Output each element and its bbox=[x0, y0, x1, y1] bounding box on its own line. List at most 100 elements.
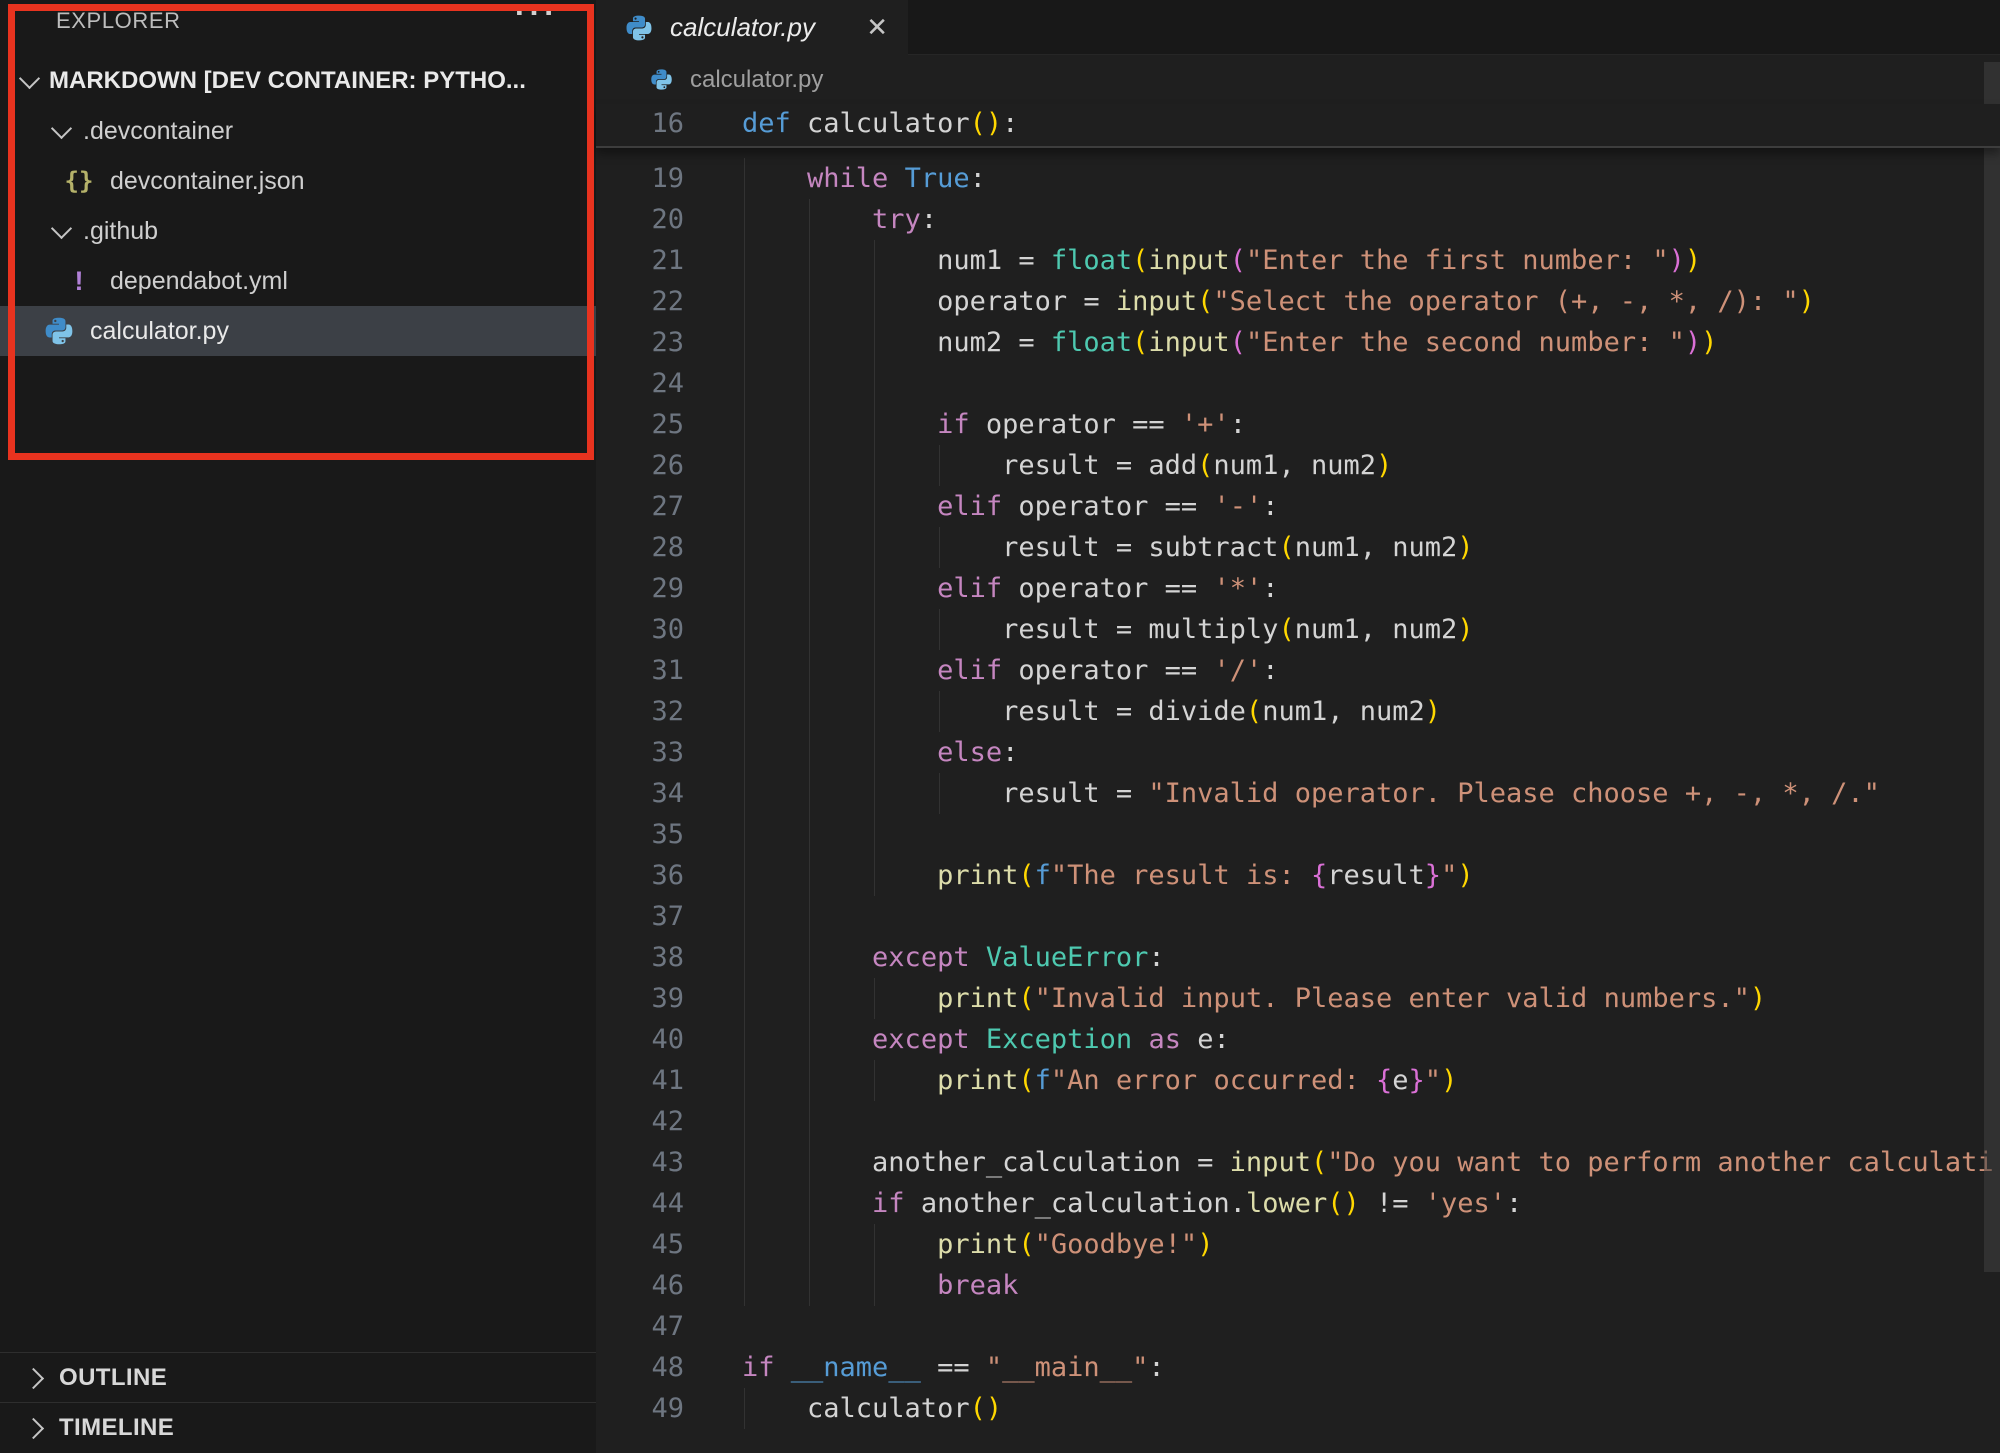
code-line-32[interactable]: 32 result = divide(num1, num2) bbox=[596, 691, 2000, 732]
code-line-46[interactable]: 46 break bbox=[596, 1265, 2000, 1306]
code-line-41[interactable]: 41 print(f"An error occurred: {e}") bbox=[596, 1060, 2000, 1101]
code-text[interactable]: num1 = float(input("Enter the first numb… bbox=[742, 240, 1701, 281]
indent-guide bbox=[874, 1265, 875, 1306]
code-line-40[interactable]: 40 except Exception as e: bbox=[596, 1019, 2000, 1060]
code-line-39[interactable]: 39 print("Invalid input. Please enter va… bbox=[596, 978, 2000, 1019]
indent-guide bbox=[744, 1265, 745, 1306]
code-line-43[interactable]: 43 another_calculation = input("Do you w… bbox=[596, 1142, 2000, 1183]
workspace-section-header[interactable]: MARKDOWN [DEV CONTAINER: PYTHO... bbox=[0, 58, 596, 104]
code-line-27[interactable]: 27 elif operator == '-': bbox=[596, 486, 2000, 527]
indent-guide bbox=[939, 445, 940, 486]
code-line-22[interactable]: 22 operator = input("Select the operator… bbox=[596, 281, 2000, 322]
sidebar-panel-timeline[interactable]: TIMELINE bbox=[0, 1402, 596, 1453]
line-number: 44 bbox=[596, 1183, 684, 1224]
line-number: 34 bbox=[596, 773, 684, 814]
code-text[interactable]: while True: bbox=[742, 158, 986, 199]
code-line-20[interactable]: 20 try: bbox=[596, 199, 2000, 240]
code-text[interactable]: print("Invalid input. Please enter valid… bbox=[742, 978, 1766, 1019]
code-line-21[interactable]: 21 num1 = float(input("Enter the first n… bbox=[596, 240, 2000, 281]
code-line-47[interactable]: 47 bbox=[596, 1306, 2000, 1347]
code-line-29[interactable]: 29 elif operator == '*': bbox=[596, 568, 2000, 609]
indent-guide bbox=[874, 240, 875, 281]
python-icon bbox=[622, 14, 656, 42]
code-text[interactable]: if __name__ == "__main__": bbox=[742, 1347, 1165, 1388]
code-text[interactable]: def calculator(): bbox=[742, 104, 1018, 145]
code-line-36[interactable]: 36 print(f"The result is: {result}") bbox=[596, 855, 2000, 896]
indent-guide bbox=[809, 978, 810, 1019]
code-text[interactable]: break bbox=[742, 1265, 1018, 1306]
code-line-16[interactable]: 16 def calculator(): bbox=[596, 104, 2000, 144]
line-number: 16 bbox=[596, 104, 684, 144]
sidebar-panel-outline[interactable]: OUTLINE bbox=[0, 1352, 596, 1403]
line-number: 39 bbox=[596, 978, 684, 1019]
line-number: 45 bbox=[596, 1224, 684, 1265]
tree-item-.github[interactable]: .github bbox=[0, 206, 596, 256]
line-number: 38 bbox=[596, 937, 684, 978]
code-line-50[interactable]: 50 bbox=[596, 1429, 2000, 1438]
tree-item-label: calculator.py bbox=[90, 317, 229, 346]
code-line-35[interactable]: 35 bbox=[596, 814, 2000, 855]
code-line-24[interactable]: 24 bbox=[596, 363, 2000, 404]
code-text[interactable]: result = subtract(num1, num2) bbox=[742, 527, 1474, 568]
indent-guide bbox=[744, 240, 745, 281]
code-text[interactable]: if another_calculation.lower() != 'yes': bbox=[742, 1183, 1522, 1224]
code-line-23[interactable]: 23 num2 = float(input("Enter the second … bbox=[596, 322, 2000, 363]
code-line-49[interactable]: 49 calculator() bbox=[596, 1388, 2000, 1429]
code-text[interactable]: elif operator == '*': bbox=[742, 568, 1278, 609]
code-line-33[interactable]: 33 else: bbox=[596, 732, 2000, 773]
code-line-48[interactable]: 48if __name__ == "__main__": bbox=[596, 1347, 2000, 1388]
indent-guide bbox=[809, 568, 810, 609]
breadcrumb[interactable]: calculator.py bbox=[596, 55, 823, 104]
tree-item-devcontainer.json[interactable]: {}devcontainer.json bbox=[0, 156, 596, 206]
python-icon bbox=[644, 68, 678, 91]
code-text[interactable]: result = "Invalid operator. Please choos… bbox=[742, 773, 1880, 814]
code-text[interactable]: print(f"The result is: {result}") bbox=[742, 855, 1474, 896]
code-line-26[interactable]: 26 result = add(num1, num2) bbox=[596, 445, 2000, 486]
code-text[interactable]: except Exception as e: bbox=[742, 1019, 1230, 1060]
code-line-19[interactable]: 19 while True: bbox=[596, 158, 2000, 199]
indent-guide bbox=[874, 1060, 875, 1101]
code-text[interactable]: print(f"An error occurred: {e}") bbox=[742, 1060, 1457, 1101]
code-text[interactable]: else: bbox=[742, 732, 1018, 773]
code-line-45[interactable]: 45 print("Goodbye!") bbox=[596, 1224, 2000, 1265]
indent-guide bbox=[939, 773, 940, 814]
indent-guide bbox=[744, 855, 745, 896]
code-text[interactable]: except ValueError: bbox=[742, 937, 1165, 978]
code-line-38[interactable]: 38 except ValueError: bbox=[596, 937, 2000, 978]
close-icon[interactable]: ✕ bbox=[866, 12, 888, 43]
code-line-25[interactable]: 25 if operator == '+': bbox=[596, 404, 2000, 445]
code-text[interactable]: elif operator == '/': bbox=[742, 650, 1278, 691]
more-actions-icon[interactable]: ⋯ bbox=[512, 0, 556, 37]
tree-item-.devcontainer[interactable]: .devcontainer bbox=[0, 106, 596, 156]
code-text[interactable]: if operator == '+': bbox=[742, 404, 1246, 445]
scrollbar-slider[interactable] bbox=[1984, 62, 2000, 1272]
code-text[interactable]: elif operator == '-': bbox=[742, 486, 1278, 527]
code-area[interactable]: 19 while True:20 try:21 num1 = float(inp… bbox=[596, 146, 2000, 1438]
code-text[interactable]: operator = input("Select the operator (+… bbox=[742, 281, 1815, 322]
code-text[interactable]: print("Goodbye!") bbox=[742, 1224, 1213, 1265]
tree-item-calculator.py[interactable]: calculator.py bbox=[0, 306, 596, 356]
code-text[interactable]: another_calculation = input("Do you want… bbox=[742, 1142, 1994, 1183]
code-text[interactable]: result = divide(num1, num2) bbox=[742, 691, 1441, 732]
code-text[interactable]: calculator() bbox=[742, 1388, 1002, 1429]
indent-guide bbox=[939, 691, 940, 732]
code-text[interactable]: result = add(num1, num2) bbox=[742, 445, 1392, 486]
indent-guide bbox=[874, 568, 875, 609]
indent-guide bbox=[939, 527, 940, 568]
code-text[interactable]: result = multiply(num1, num2) bbox=[742, 609, 1474, 650]
code-line-44[interactable]: 44 if another_calculation.lower() != 'ye… bbox=[596, 1183, 2000, 1224]
code-text[interactable]: num2 = float(input("Enter the second num… bbox=[742, 322, 1717, 363]
sticky-scroll-line[interactable]: 16 def calculator(): bbox=[596, 104, 2000, 148]
code-line-34[interactable]: 34 result = "Invalid operator. Please ch… bbox=[596, 773, 2000, 814]
code-line-31[interactable]: 31 elif operator == '/': bbox=[596, 650, 2000, 691]
line-number: 47 bbox=[596, 1306, 684, 1347]
tree-item-dependabot.yml[interactable]: !dependabot.yml bbox=[0, 256, 596, 306]
code-line-42[interactable]: 42 bbox=[596, 1101, 2000, 1142]
tab-calculator-py[interactable]: calculator.py ✕ bbox=[596, 0, 908, 55]
code-line-28[interactable]: 28 result = subtract(num1, num2) bbox=[596, 527, 2000, 568]
code-text[interactable]: try: bbox=[742, 199, 937, 240]
code-line-37[interactable]: 37 bbox=[596, 896, 2000, 937]
indent-guide bbox=[809, 1101, 810, 1142]
code-line-30[interactable]: 30 result = multiply(num1, num2) bbox=[596, 609, 2000, 650]
tree-item-label: .devcontainer bbox=[83, 117, 233, 146]
